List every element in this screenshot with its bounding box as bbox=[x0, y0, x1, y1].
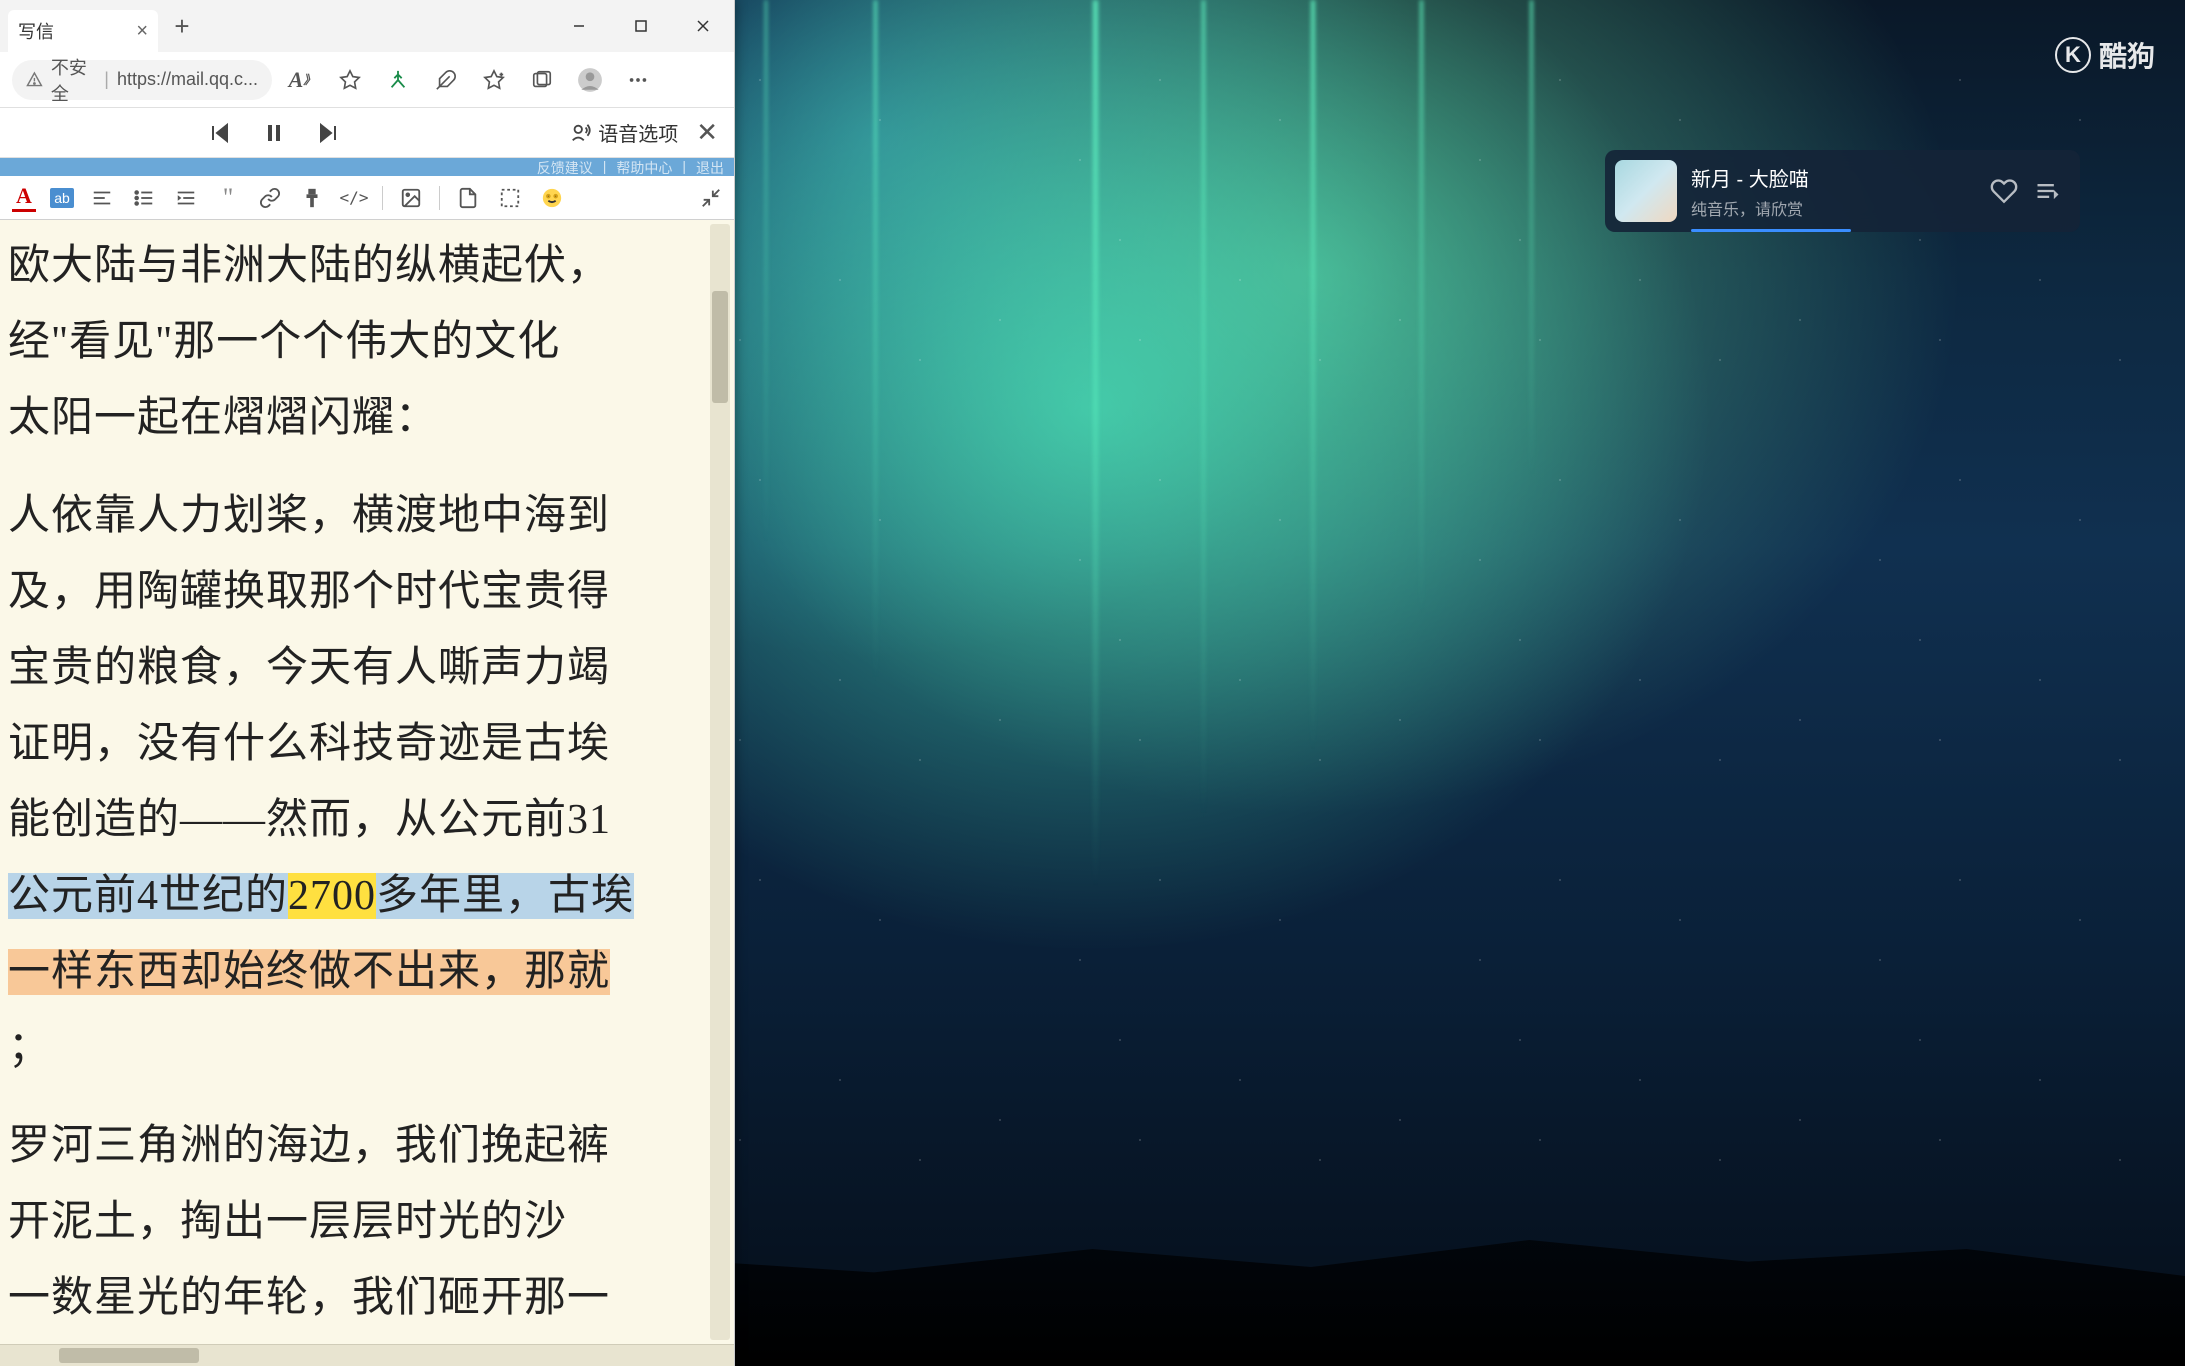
favorite-icon[interactable] bbox=[1990, 177, 2018, 205]
doc-line: 宝贵的粮食，今天有人嘶声力竭 bbox=[8, 634, 710, 702]
extensions-icon[interactable] bbox=[424, 58, 468, 102]
indent-icon[interactable] bbox=[172, 184, 200, 212]
voice-options-button[interactable]: 语音选项 bbox=[570, 118, 678, 147]
doc-line: 一样东西却始终做不出来，那就 bbox=[8, 938, 710, 1006]
music-subtitle: 纯音乐，请欣赏 bbox=[1691, 196, 1976, 220]
kugou-k-icon: K bbox=[2055, 37, 2091, 73]
menu-icon[interactable] bbox=[616, 58, 660, 102]
font-color-icon[interactable]: A bbox=[12, 184, 36, 212]
document-icon[interactable] bbox=[454, 184, 482, 212]
editor-toolbar: A ab " </> bbox=[0, 176, 734, 220]
collapse-icon[interactable] bbox=[700, 187, 722, 209]
music-info: 新月 - 大脸喵 纯音乐，请欣赏 bbox=[1691, 163, 1976, 220]
quote-icon[interactable]: " bbox=[214, 184, 242, 212]
url-box[interactable]: 不安全 | https://mail.qq.c... bbox=[12, 60, 272, 100]
window-maximize-button[interactable] bbox=[610, 3, 672, 49]
kugou-watermark: K 酷狗 bbox=[2055, 35, 2155, 75]
feedback-link[interactable]: 反馈建议 bbox=[537, 158, 593, 176]
read-aloud-bar: 语音选项 ✕ bbox=[0, 108, 734, 158]
doc-line: 开泥土，掏出一层层时光的沙 bbox=[8, 1188, 710, 1256]
tab-bar: 写信 × + bbox=[0, 0, 734, 52]
profile-icon[interactable] bbox=[568, 58, 612, 102]
doc-line: 能创造的——然而，从公元前31 bbox=[8, 786, 710, 854]
insecure-label: 不安全 bbox=[51, 54, 96, 106]
music-progress[interactable] bbox=[1691, 229, 1851, 232]
logout-link[interactable]: 退出 bbox=[696, 158, 724, 176]
favorite-star-icon[interactable] bbox=[328, 58, 372, 102]
new-tab-button[interactable]: + bbox=[164, 8, 200, 44]
readaloud-close-icon[interactable]: ✕ bbox=[696, 117, 718, 148]
document-text[interactable]: 欧大陆与非洲大陆的纵横起伏， 经"看见"那一个个伟大的文化 太阳一起在熠熠闪耀：… bbox=[0, 220, 734, 1344]
pause-button[interactable] bbox=[260, 119, 288, 147]
doc-line: 人依靠人力划桨，横渡地中海到 bbox=[8, 482, 710, 550]
doc-line: 证明，没有什么科技奇迹是古埃 bbox=[8, 710, 710, 778]
doc-line: 经"看见"那一个个伟大的文化 bbox=[8, 308, 710, 376]
reader-mode-icon[interactable]: A》 bbox=[280, 58, 324, 102]
voice-options-label: 语音选项 bbox=[598, 118, 678, 147]
help-link[interactable]: 帮助中心 bbox=[616, 158, 672, 176]
address-bar: 不安全 | https://mail.qq.c... A》 bbox=[0, 52, 734, 108]
doc-line: 及，用陶罐换取那个时代宝贵得 bbox=[8, 558, 710, 626]
previous-button[interactable] bbox=[206, 119, 234, 147]
voice-icon bbox=[570, 122, 592, 144]
doc-line: 一数星光的年轮，我们砸开那一 bbox=[8, 1264, 710, 1332]
horizontal-scrollbar[interactable] bbox=[0, 1344, 734, 1366]
collections-icon[interactable] bbox=[520, 58, 564, 102]
format-brush-icon[interactable] bbox=[298, 184, 326, 212]
doc-line: ； bbox=[8, 1014, 710, 1082]
playlist-icon[interactable] bbox=[2034, 177, 2062, 205]
doc-line: 罗河三角洲的海边，我们挽起裤 bbox=[8, 1112, 710, 1180]
page-header-remnant: 反馈建议 | 帮助中心 | 退出 bbox=[0, 158, 734, 176]
tab-close-icon[interactable]: × bbox=[136, 20, 148, 43]
emoji-icon[interactable] bbox=[538, 184, 566, 212]
music-player-widget[interactable]: 新月 - 大脸喵 纯音乐，请欣赏 bbox=[1605, 150, 2080, 232]
window-close-button[interactable] bbox=[672, 3, 734, 49]
next-button[interactable] bbox=[314, 119, 342, 147]
window-minimize-button[interactable] bbox=[548, 3, 610, 49]
url-text: https://mail.qq.c... bbox=[117, 69, 258, 90]
tab-title: 写信 bbox=[18, 18, 54, 44]
browser-window: 写信 × + 不安全 | https://mail.qq.c... A》 bbox=[0, 0, 735, 1366]
warning-icon bbox=[26, 70, 43, 90]
album-art bbox=[1615, 160, 1677, 222]
list-icon[interactable] bbox=[130, 184, 158, 212]
browser-tab[interactable]: 写信 × bbox=[8, 10, 158, 52]
extension-tree-icon[interactable] bbox=[376, 58, 420, 102]
scrollbar-thumb[interactable] bbox=[712, 291, 728, 403]
hscrollbar-thumb[interactable] bbox=[59, 1348, 199, 1363]
vertical-scrollbar[interactable] bbox=[710, 224, 730, 1340]
document-area: 欧大陆与非洲大陆的纵横起伏， 经"看见"那一个个伟大的文化 太阳一起在熠熠闪耀：… bbox=[0, 220, 734, 1344]
highlight-icon[interactable]: ab bbox=[50, 188, 74, 208]
doc-line: 公元前4世纪的2700多年里，古埃 bbox=[8, 862, 710, 930]
kugou-label: 酷狗 bbox=[2099, 35, 2155, 75]
doc-line: 太阳一起在熠熠闪耀： bbox=[8, 384, 710, 452]
screenshot-icon[interactable] bbox=[496, 184, 524, 212]
align-icon[interactable] bbox=[88, 184, 116, 212]
favorites-icon[interactable] bbox=[472, 58, 516, 102]
link-icon[interactable] bbox=[256, 184, 284, 212]
code-icon[interactable]: </> bbox=[340, 184, 368, 212]
image-icon[interactable] bbox=[397, 184, 425, 212]
music-title: 新月 - 大脸喵 bbox=[1691, 163, 1976, 192]
doc-line: 欧大陆与非洲大陆的纵横起伏， bbox=[8, 232, 710, 300]
